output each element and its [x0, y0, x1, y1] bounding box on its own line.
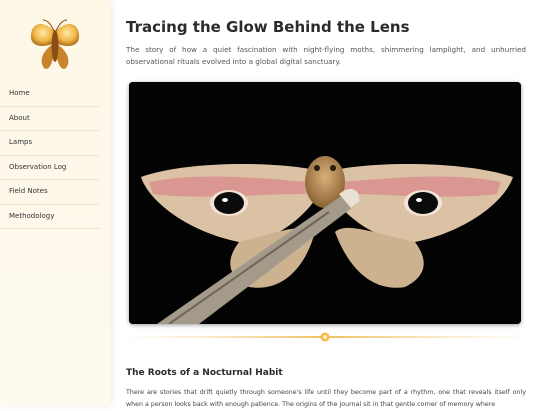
- glow-divider: [110, 327, 540, 342]
- sidebar-item-about[interactable]: About: [0, 107, 100, 131]
- sidebar-nav: Home About Lamps Observation Log Field N…: [0, 82, 100, 229]
- sidebar: Home About Lamps Observation Log Field N…: [0, 0, 110, 405]
- moth-logo-icon[interactable]: [28, 14, 82, 74]
- section-text-line-1: There are stories that drift quietly thr…: [126, 389, 526, 396]
- hero-image: [129, 82, 521, 324]
- intro-text: The story of how a quiet fascination wit…: [126, 45, 526, 66]
- sidebar-item-lamps[interactable]: Lamps: [0, 131, 100, 156]
- sidebar-item-methodology[interactable]: Methodology: [0, 205, 100, 229]
- section-title: The Roots of a Nocturnal Habit: [126, 368, 283, 378]
- section-text: There are stories that drift quietly thr…: [126, 387, 526, 411]
- sidebar-item-field-notes[interactable]: Field Notes: [0, 180, 100, 205]
- main-content: Tracing the Glow Behind the Lens The sto…: [110, 0, 540, 408]
- sidebar-item-observation-log[interactable]: Observation Log: [0, 156, 100, 180]
- page-title: Tracing the Glow Behind the Lens: [126, 18, 410, 36]
- sidebar-item-home[interactable]: Home: [0, 82, 100, 107]
